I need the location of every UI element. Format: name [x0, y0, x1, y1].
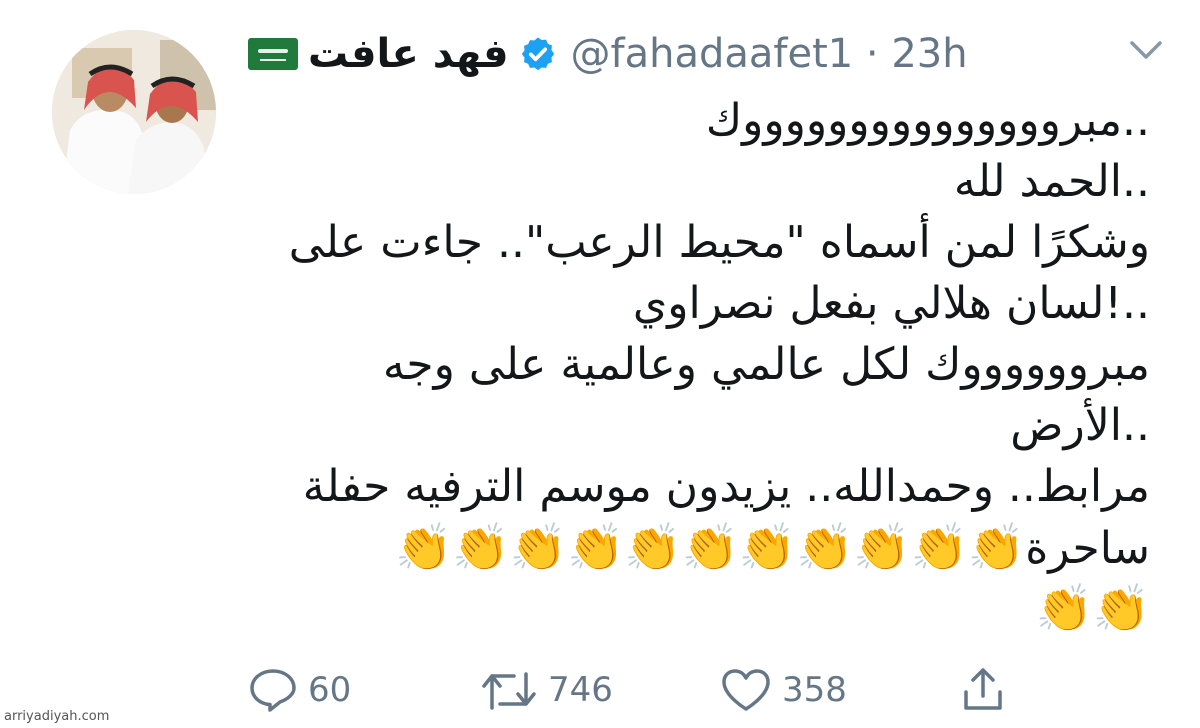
saudi-flag-icon — [248, 38, 298, 70]
tweet-header: فهد عافت @fahadaafet1 · 23h — [248, 28, 1148, 80]
verified-badge-icon — [521, 37, 554, 71]
tweet-line: ..الحمد لله — [953, 156, 1150, 207]
tweet-line: ..مبروووووووووووووووك — [705, 95, 1150, 146]
tweet-actions: 60 746 358 — [240, 660, 1040, 720]
heart-icon — [722, 669, 770, 711]
tweet-line: مرابط.. وحمدالله.. يزيدون موسم الترفيه ح… — [302, 461, 1150, 512]
like-button[interactable]: 358 — [720, 660, 847, 720]
tweet-word: ساحرة — [1025, 523, 1150, 574]
clapping-hands-emoji: 👏👏 — [1035, 581, 1150, 635]
share-button[interactable] — [960, 660, 1006, 720]
avatar[interactable] — [52, 30, 216, 194]
share-icon — [964, 668, 1002, 710]
chevron-down-icon[interactable] — [1128, 38, 1164, 62]
display-name[interactable]: فهد عافت — [308, 31, 509, 77]
retweet-count: 746 — [548, 670, 613, 710]
tweet-text: ..مبروووووووووووووووك ..الحمد لله وشكرًا… — [280, 90, 1150, 639]
tweet-line: ..!لسان هلالي بفعل نصراوي — [632, 278, 1150, 329]
tweet-line-with-claps: ساحرة👏👏👏👏👏👏👏👏👏👏👏 — [280, 517, 1150, 578]
watermark: arriyadiyah.com — [4, 709, 110, 724]
reply-count: 60 — [308, 670, 352, 710]
retweet-icon — [482, 672, 536, 710]
tweet-line: ..الأرض — [1010, 400, 1150, 451]
retweet-button[interactable]: 746 — [480, 660, 613, 720]
tweet-line: وشكرًا لمن أسماه "محيط الرعب".. جاءت على — [288, 217, 1150, 268]
handle-and-time[interactable]: @fahadaafet1 · 23h — [571, 31, 968, 77]
reply-icon — [250, 669, 296, 712]
reply-button[interactable]: 60 — [248, 660, 351, 720]
like-count: 358 — [782, 670, 847, 710]
tweet-line-claps: 👏👏 — [280, 578, 1150, 639]
tweet-line: مبرووووووك لكل عالمي وعالمية على وجه — [382, 339, 1150, 390]
clapping-hands-emoji: 👏👏👏👏👏👏👏👏👏👏👏 — [395, 520, 1026, 574]
